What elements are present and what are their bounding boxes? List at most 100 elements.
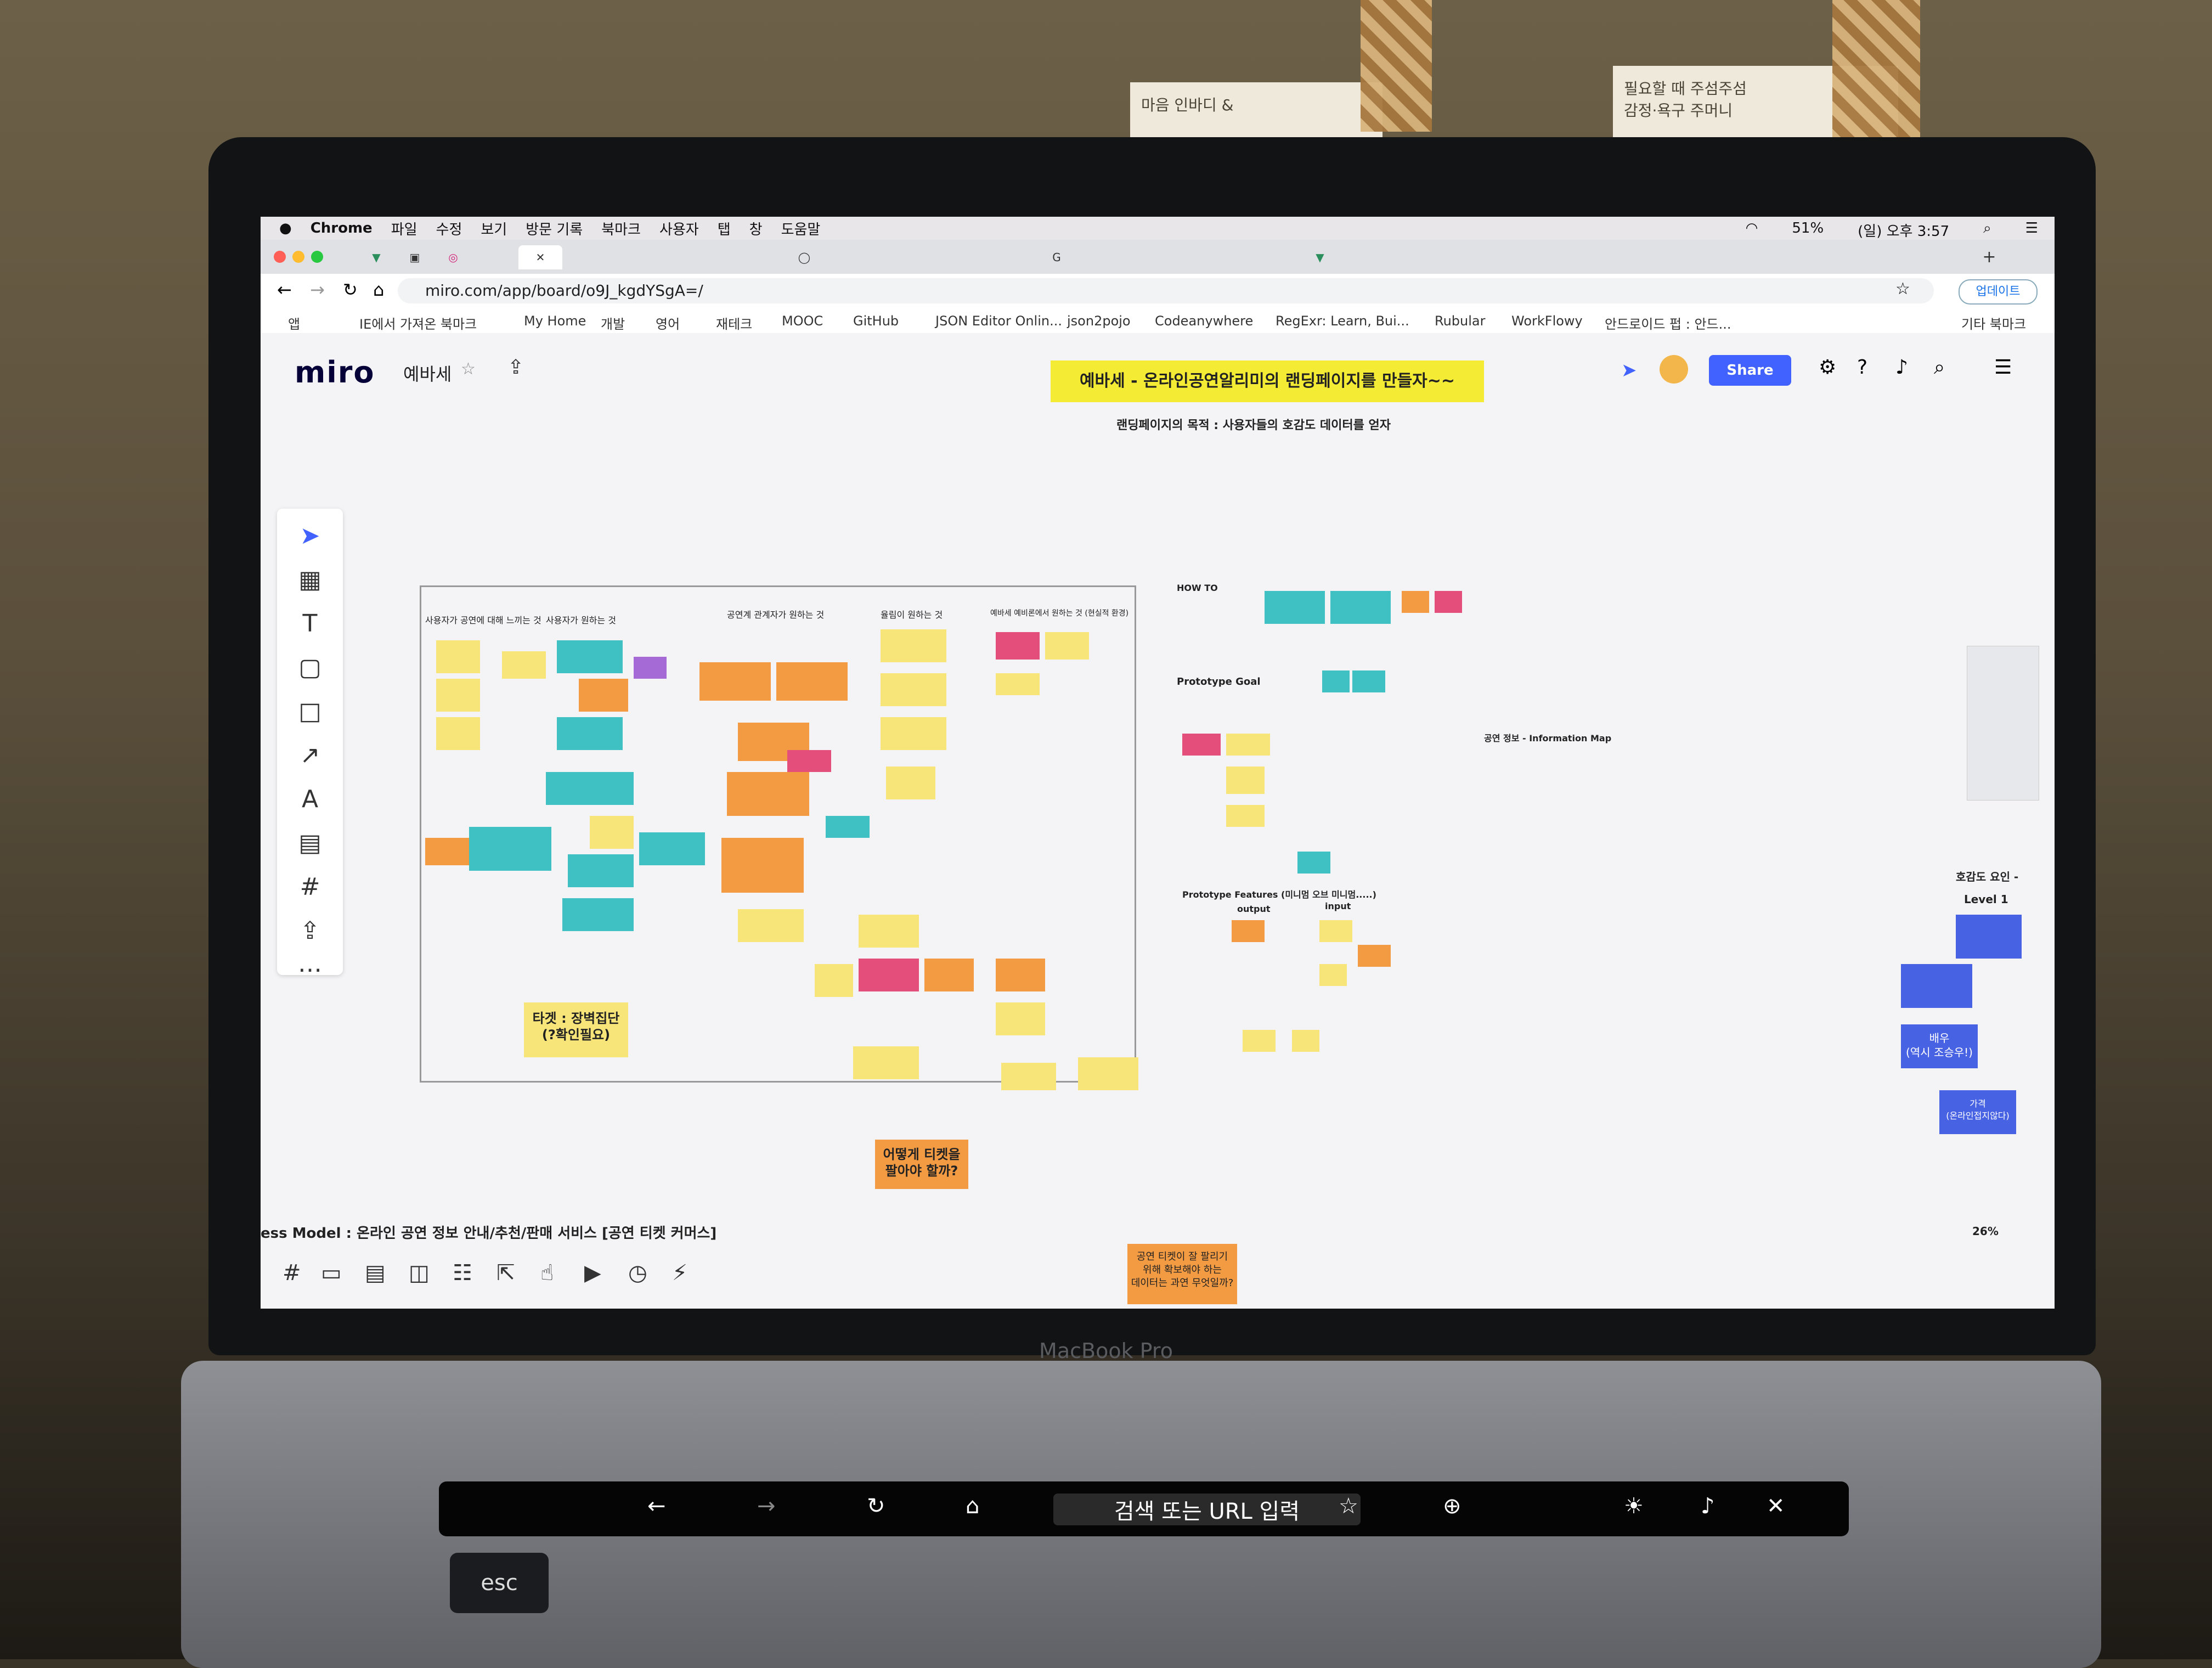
sticky-note[interactable] — [881, 717, 946, 750]
minimize-window-button[interactable] — [292, 251, 304, 263]
menu-help[interactable]: 도움말 — [781, 218, 821, 239]
home-icon[interactable]: ⌂ — [373, 279, 384, 300]
update-button[interactable]: 업데이트 — [1959, 279, 2038, 305]
battery-percent[interactable]: 51% — [1792, 220, 1824, 240]
sticky-note[interactable] — [634, 657, 667, 679]
text-tool-icon[interactable]: T — [294, 607, 326, 640]
sticky-note[interactable] — [1322, 670, 1350, 692]
apple-icon[interactable]: ● — [279, 220, 292, 236]
share-button[interactable]: Share — [1709, 355, 1791, 386]
template-tool-icon[interactable]: ▦ — [294, 563, 326, 596]
star-icon[interactable]: ☆ — [461, 359, 476, 379]
miro-board[interactable]: miro 예바세 ☆ ⇪ ➤ Share ⚙ ? ♪ ⌕ ☰ ➤ ▦ T ▢ □… — [261, 333, 2055, 1309]
sticky-note[interactable] — [436, 640, 480, 673]
sticky-note[interactable] — [502, 651, 546, 679]
sticky-note[interactable] — [1243, 1030, 1276, 1052]
lightning-icon[interactable]: ⚡ — [672, 1260, 687, 1286]
settings-sliders-icon[interactable]: ⚙ — [1819, 356, 1836, 379]
reload-icon[interactable]: ↻ — [343, 279, 358, 300]
bookmark-ie[interactable]: IE에서 가져온 북마크 — [359, 313, 477, 333]
menu-window[interactable]: 창 — [749, 218, 763, 239]
bookmark-regexr[interactable]: RegExr: Learn, Bui... — [1276, 313, 1409, 329]
sticky-note[interactable] — [1078, 1057, 1138, 1090]
menu-history[interactable]: 방문 기록 — [526, 218, 583, 239]
tab-instagram[interactable]: ◎ — [436, 245, 470, 269]
price-sticky[interactable]: 가격 (온라인접지않다) — [1939, 1090, 2016, 1134]
sticky-note[interactable] — [1226, 805, 1265, 827]
tab-miro-active[interactable]: ✕ — [518, 245, 562, 269]
sticky-tool-icon[interactable]: ▢ — [294, 651, 326, 684]
control-center-icon[interactable]: ☰ — [2025, 220, 2038, 240]
video-icon[interactable]: ▶ — [584, 1260, 601, 1286]
thumbnail-preview[interactable] — [1967, 646, 2039, 801]
sticky-note[interactable] — [996, 1002, 1045, 1035]
comment-icon[interactable]: ▭ — [321, 1260, 342, 1286]
clock[interactable]: (일) 오후 3:57 — [1858, 220, 1949, 240]
sticky-note[interactable] — [639, 832, 705, 865]
sticky-note[interactable] — [886, 767, 935, 799]
line-tool-icon[interactable]: ↗ — [294, 739, 326, 772]
bookmark-json-editor[interactable]: JSON Editor Onlin... — [935, 313, 1062, 329]
bookmark-other[interactable]: 기타 북마크 — [1961, 313, 2026, 333]
tab-github[interactable]: ◯ — [787, 245, 821, 269]
sticky-note[interactable] — [557, 640, 623, 673]
touchbar-back-icon[interactable]: ← — [647, 1494, 666, 1519]
sticky-note[interactable] — [996, 632, 1040, 660]
sticky-note[interactable] — [1319, 920, 1352, 942]
sticky-note[interactable] — [1226, 767, 1265, 794]
bookmark-apps[interactable]: 앱 — [288, 313, 300, 333]
sticky-note[interactable] — [436, 717, 480, 750]
export-icon[interactable]: ⇪ — [507, 356, 524, 379]
sticky-note[interactable] — [546, 772, 634, 805]
touchbar-home-icon[interactable]: ⌂ — [966, 1494, 979, 1519]
sticky-note[interactable] — [815, 964, 853, 997]
bookmark-workflowy[interactable]: WorkFlowy — [1511, 313, 1583, 329]
sticky-note[interactable] — [881, 673, 946, 706]
menu-bookmarks[interactable]: 북마크 — [601, 218, 641, 239]
sticky-note[interactable] — [590, 816, 634, 849]
new-tab-button[interactable]: + — [1972, 245, 2006, 269]
sticky-note[interactable] — [787, 750, 831, 772]
menubar-app-name[interactable]: Chrome — [311, 220, 373, 236]
bookmark-github[interactable]: GitHub — [853, 313, 899, 329]
bookmark-myhome[interactable]: My Home — [524, 313, 586, 329]
avatar[interactable] — [1660, 355, 1688, 384]
sticky-note[interactable] — [1402, 591, 1429, 613]
board-subtitle[interactable]: 랜딩페이지의 목적 : 사용자들의 호감도 데이터를 얻자 — [1116, 415, 1391, 433]
sticky-note[interactable] — [1330, 591, 1391, 624]
cursor-tool-icon[interactable]: ➤ — [1621, 359, 1637, 381]
sticky-note[interactable] — [1182, 734, 1221, 756]
cards-icon[interactable]: ◫ — [409, 1260, 430, 1286]
wifi-icon[interactable]: ◠ — [1746, 220, 1758, 240]
esc-key[interactable]: esc — [450, 1553, 549, 1613]
touchbar-mute-icon[interactable]: ✕ — [1767, 1494, 1785, 1519]
url-input[interactable]: miro.com/app/board/o9J_kgdYSgA=/ — [398, 278, 1934, 303]
frame-icon[interactable]: # — [283, 1260, 301, 1286]
touchbar-newtab-icon[interactable]: ⊕ — [1443, 1494, 1462, 1519]
menu-view[interactable]: 보기 — [481, 218, 507, 239]
upload-tool-icon[interactable]: ⇪ — [294, 915, 326, 948]
sticky-note[interactable] — [469, 827, 551, 871]
tab-notion[interactable]: ▣ — [398, 245, 432, 269]
kanban-icon[interactable]: ☷ — [453, 1260, 472, 1286]
board-name[interactable]: 예바세 — [403, 360, 452, 386]
board-title-banner[interactable]: 예바세 - 온라인공연알리미의 랜딩페이지를 만들자~~ — [1051, 360, 1484, 402]
sticky-note[interactable] — [996, 673, 1040, 695]
miro-logo[interactable]: miro — [295, 355, 375, 390]
bookmark-rubular[interactable]: Rubular — [1435, 313, 1486, 329]
sticky-note[interactable] — [1232, 920, 1265, 942]
sticky-note[interactable] — [859, 915, 919, 948]
sticky-note[interactable] — [562, 898, 634, 931]
sticky-note[interactable] — [727, 772, 809, 816]
chat-icon[interactable]: ▤ — [365, 1260, 386, 1286]
sticky-note[interactable] — [853, 1046, 919, 1079]
sticky-note[interactable] — [826, 816, 870, 838]
spotlight-icon[interactable]: ⌕ — [1983, 220, 1991, 240]
bookmark-dev[interactable]: 개발 — [601, 313, 625, 333]
sticky-note[interactable] — [1435, 591, 1462, 613]
close-window-button[interactable] — [274, 251, 286, 263]
tab-google[interactable]: G — [1040, 245, 1074, 269]
sticky-note[interactable] — [1352, 670, 1385, 692]
tab-vue[interactable]: ▼ — [359, 245, 393, 269]
zoom-window-button[interactable] — [311, 251, 323, 263]
